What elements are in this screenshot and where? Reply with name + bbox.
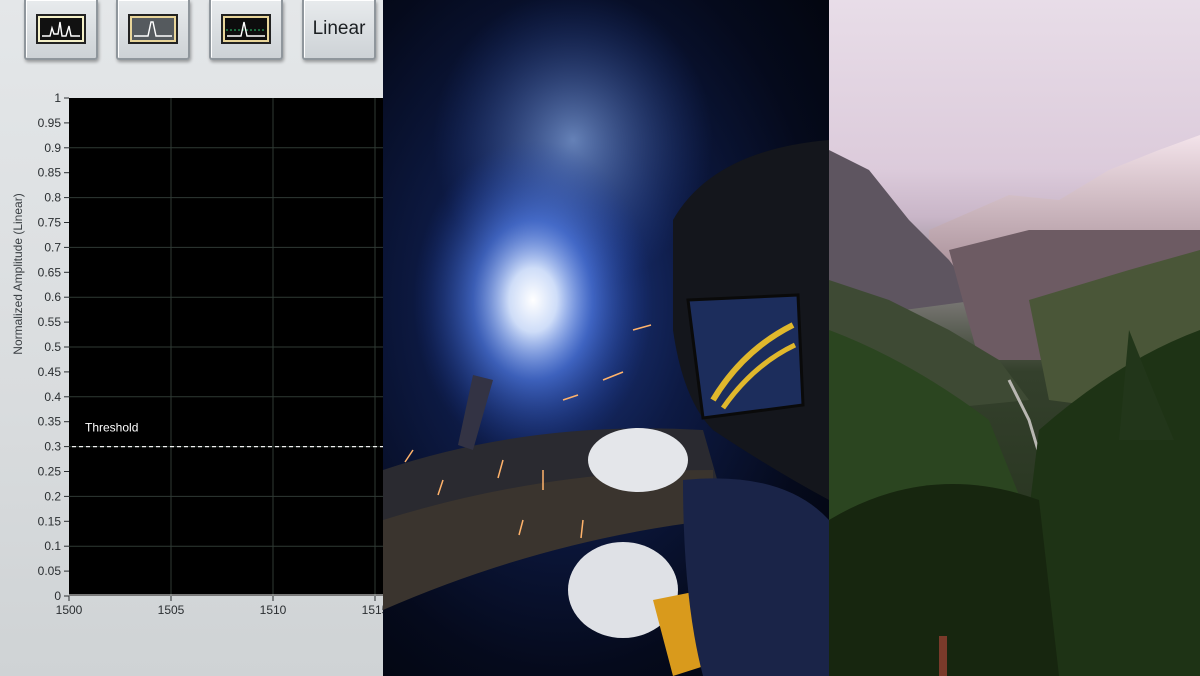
y-tick-label: 0.2	[44, 489, 61, 503]
x-tick-label: 1500	[56, 603, 83, 617]
y-tick-label: 0.6	[44, 290, 61, 304]
welding-photo	[383, 0, 829, 676]
y-tick-label: 0.55	[38, 315, 62, 329]
x-axis: 1500150515101515152015251530153515	[56, 596, 383, 617]
spectrum-ui-panel: Linear 0 0.05 0.1 0.15 0.2 0.25 0.3 0.35 0.4 0.45…	[0, 0, 383, 676]
y-tick-label: 0.8	[44, 191, 61, 205]
y-axis-title: Normalized Amplitude (Linear)	[11, 193, 25, 354]
y-tick-label: 0.95	[38, 116, 62, 130]
y-tick-label: 0.15	[38, 514, 62, 528]
y-tick-label: 0.05	[38, 564, 62, 578]
y-tick-label: 0.9	[44, 141, 61, 155]
y-tick-label: 0.45	[38, 365, 62, 379]
y-tick-label: 0.85	[38, 166, 62, 180]
y-tick-label: 0.75	[38, 216, 62, 230]
y-axis: 0 0.05 0.1 0.15 0.2 0.25 0.3 0.35 0.4 0.45 0.5 0.55…	[38, 91, 69, 603]
y-tick-label: 0.25	[38, 465, 62, 479]
y-tick-label: 0.3	[44, 440, 61, 454]
y-tick-label: 0.7	[44, 240, 61, 254]
y-tick-label: 1	[54, 91, 61, 105]
y-tick-label: 0.5	[44, 340, 61, 354]
x-tick-label: 1505	[158, 603, 185, 617]
x-tick-label: 1515	[362, 603, 383, 617]
x-tick-label: 1510	[260, 603, 287, 617]
threshold-label: Threshold	[85, 421, 138, 435]
y-tick-label: 0.4	[44, 390, 61, 404]
mountain-photo	[829, 0, 1200, 676]
y-tick-label: 0.35	[38, 415, 62, 429]
y-tick-label: 0	[54, 589, 61, 603]
y-tick-label: 0.65	[38, 265, 62, 279]
spectrum-chart: 0 0.05 0.1 0.15 0.2 0.25 0.3 0.35 0.4 0.45 0.5 0.55…	[11, 91, 383, 617]
y-tick-label: 0.1	[44, 539, 61, 553]
